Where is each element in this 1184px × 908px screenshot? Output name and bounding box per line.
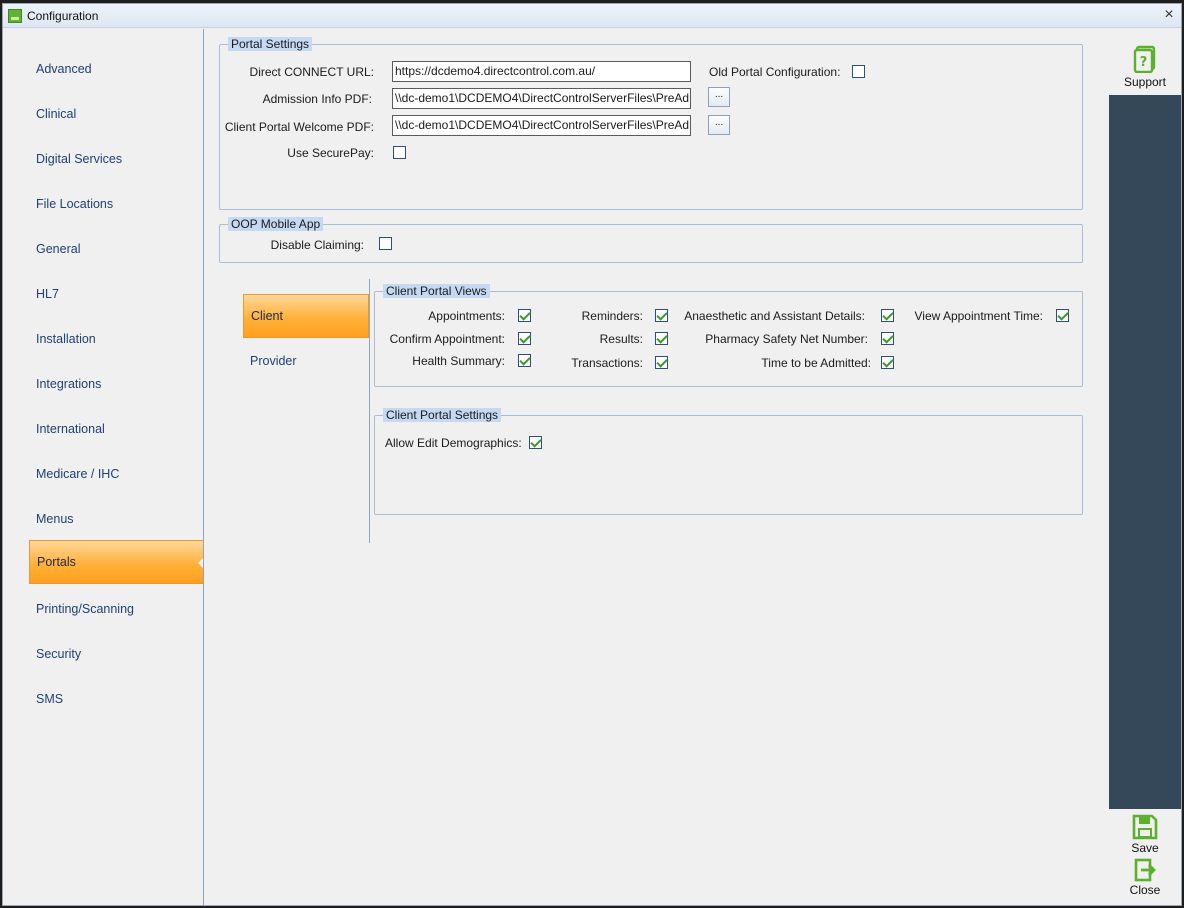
save-button[interactable]: Save (1109, 809, 1181, 855)
pharmacy-safety-net-label: Pharmacy Safety Net Number: (705, 332, 868, 346)
old-portal-config-label: Old Portal Configuration: (709, 65, 841, 79)
disable-claiming-checkbox[interactable] (379, 237, 392, 250)
sidebar-item-printing-scanning[interactable]: Printing/Scanning (29, 587, 204, 631)
tab-client[interactable]: Client (243, 294, 369, 338)
direct-connect-url-input[interactable]: https://dcdemo4.directcontrol.com.au/ (392, 61, 691, 82)
confirm-appointment-checkbox[interactable] (518, 332, 531, 345)
client-portal-settings-group: Client Portal Settings (374, 408, 1083, 515)
transactions-checkbox[interactable] (655, 356, 668, 369)
sidebar-item-sms[interactable]: SMS (29, 677, 204, 721)
sidebar-item-portals[interactable]: Portals (29, 540, 204, 584)
action-panel: ? Support Save Close (1109, 29, 1181, 905)
sidebar-item-general[interactable]: General (29, 227, 204, 271)
sidebar-item-installation[interactable]: Installation (29, 317, 204, 361)
support-button[interactable]: ? Support (1109, 29, 1181, 97)
exit-door-icon (1134, 858, 1156, 882)
bottom-actions: Save Close (1109, 807, 1181, 905)
close-label: Close (1129, 883, 1161, 897)
close-button[interactable]: Close (1109, 855, 1181, 897)
app-icon (8, 9, 22, 23)
results-label: Results: (599, 332, 643, 346)
sidebar-item-digital-services[interactable]: Digital Services (29, 137, 204, 181)
client-portal-settings-title: Client Portal Settings (383, 408, 502, 422)
sub-tab-divider (369, 279, 370, 543)
time-to-be-admitted-checkbox[interactable] (881, 356, 894, 369)
allow-edit-demographics-label: Allow Edit Demographics: (385, 436, 522, 450)
reminders-checkbox[interactable] (655, 309, 668, 322)
sidebar-item-international[interactable]: International (29, 407, 204, 451)
time-to-be-admitted-label: Time to be Admitted: (761, 356, 871, 370)
client-portal-views-title: Client Portal Views (383, 284, 490, 298)
window-close-icon[interactable]: × (1161, 6, 1177, 24)
sidebar-item-file-locations[interactable]: File Locations (29, 182, 204, 226)
save-disk-icon (1132, 814, 1158, 840)
welcome-pdf-browse-button[interactable]: ... (708, 115, 730, 135)
sidebar: Advanced Clinical Digital Services File … (3, 29, 204, 905)
appointments-label: Appointments: (428, 309, 505, 323)
anaesthetic-details-checkbox[interactable] (881, 309, 894, 322)
transactions-label: Transactions: (571, 356, 643, 370)
welcome-pdf-label: Client Portal Welcome PDF: (224, 120, 374, 134)
direct-connect-url-label: Direct CONNECT URL: (249, 65, 374, 79)
configuration-window: Configuration × Advanced Clinical Digita… (2, 3, 1182, 906)
pharmacy-safety-net-checkbox[interactable] (881, 332, 894, 345)
use-securepay-checkbox[interactable] (393, 146, 406, 159)
health-summary-checkbox[interactable] (518, 354, 531, 367)
results-checkbox[interactable] (655, 332, 668, 345)
sidebar-item-menus[interactable]: Menus (29, 497, 204, 541)
sidebar-item-medicare-ihc[interactable]: Medicare / IHC (29, 452, 204, 496)
old-portal-config-checkbox[interactable] (852, 65, 865, 78)
admission-info-pdf-input[interactable]: \\dc-demo1\DCDEMO4\DirectControlServerFi… (392, 88, 691, 109)
save-label: Save (1131, 841, 1159, 855)
appointments-checkbox[interactable] (518, 309, 531, 322)
oop-mobile-app-title: OOP Mobile App (228, 217, 324, 231)
sidebar-item-integrations[interactable]: Integrations (29, 362, 204, 406)
admission-info-browse-button[interactable]: ... (708, 87, 730, 107)
sidebar-item-advanced[interactable]: Advanced (29, 47, 204, 91)
admission-info-pdf-label: Admission Info PDF: (262, 92, 372, 106)
sidebar-divider (203, 29, 204, 905)
svg-text:?: ? (1140, 55, 1148, 70)
welcome-pdf-input[interactable]: \\dc-demo1\DCDEMO4\DirectControlServerFi… (392, 115, 691, 136)
title-bar: Configuration × (3, 4, 1181, 28)
view-appointment-time-checkbox[interactable] (1056, 309, 1069, 322)
sidebar-item-hl7[interactable]: HL7 (29, 272, 204, 316)
help-book-icon: ? (1133, 45, 1156, 73)
window-title: Configuration (27, 9, 99, 23)
view-appointment-time-label: View Appointment Time: (914, 309, 1043, 323)
sidebar-item-security[interactable]: Security (29, 632, 204, 676)
reminders-label: Reminders: (581, 309, 643, 323)
use-securepay-label: Use SecurePay: (287, 146, 374, 160)
anaesthetic-details-label: Anaesthetic and Assistant Details: (684, 309, 865, 323)
portal-settings-title: Portal Settings (228, 37, 313, 51)
tab-provider[interactable]: Provider (243, 339, 369, 383)
sidebar-item-clinical[interactable]: Clinical (29, 92, 204, 136)
confirm-appointment-label: Confirm Appointment: (389, 332, 505, 346)
disable-claiming-label: Disable Claiming: (270, 238, 364, 252)
health-summary-label: Health Summary: (412, 354, 505, 368)
allow-edit-demographics-checkbox[interactable] (529, 436, 542, 449)
support-label: Support (1123, 75, 1167, 89)
